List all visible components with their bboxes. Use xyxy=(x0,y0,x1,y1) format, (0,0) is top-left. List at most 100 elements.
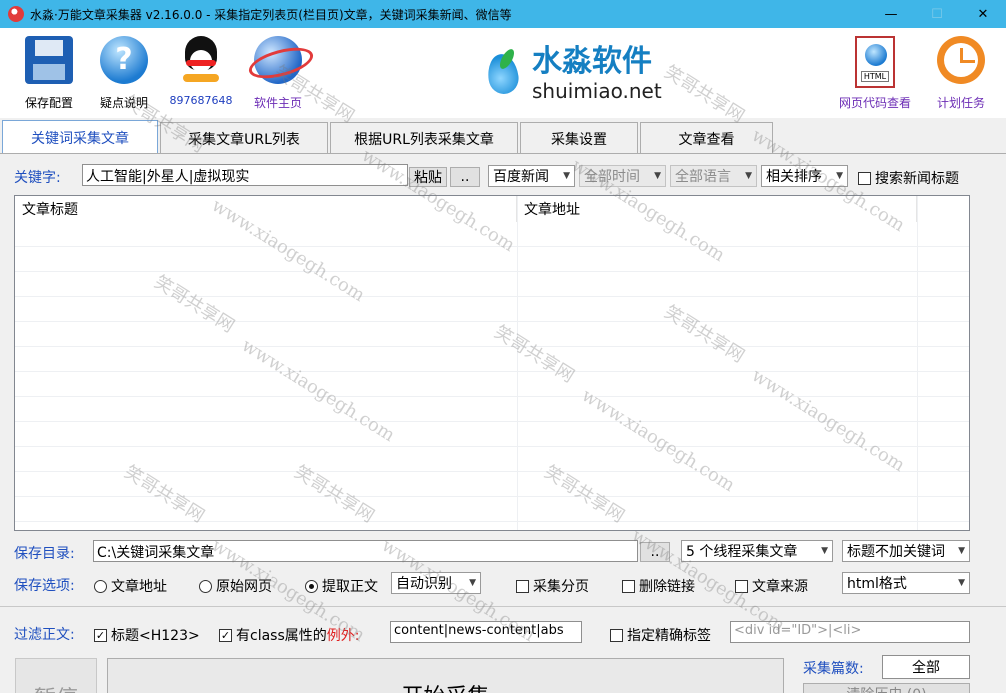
chevron-down-icon: ▼ xyxy=(958,546,965,556)
checkbox-box xyxy=(735,579,748,593)
news-source-value: 百度新闻 xyxy=(493,169,549,185)
auto-detect-select[interactable]: 自动识别 ▼ xyxy=(391,572,481,594)
tab-bar: 关键词采集文章 采集文章URL列表 根据URL列表采集文章 采集设置 文章查看 xyxy=(2,120,775,154)
chevron-down-icon: ▼ xyxy=(958,578,965,588)
keyword-more-button[interactable]: .. xyxy=(450,167,480,187)
radio-extract-body[interactable]: 提取正文 xyxy=(305,576,378,596)
radio-dot-selected xyxy=(305,579,318,593)
auto-detect-value: 自动识别 xyxy=(396,576,452,592)
collect-count-label: 采集篇数: xyxy=(803,661,864,677)
qq-penguin-icon xyxy=(177,36,225,84)
pause-button[interactable]: 暂停 xyxy=(15,658,97,693)
language-select: 全部语言 ▼ xyxy=(670,165,757,187)
title-keyword-value: 标题不加关键词 xyxy=(847,544,945,560)
brand-name-en: shuimiao.net xyxy=(532,79,662,103)
radio-dot xyxy=(94,579,107,593)
except-label: 例外: xyxy=(326,628,360,644)
column-header-url[interactable]: 文章地址 xyxy=(517,196,917,222)
chevron-down-icon: ▼ xyxy=(836,171,843,181)
qq-number: 897687648 xyxy=(169,94,233,107)
delete-links-checkbox[interactable]: 删除链接 xyxy=(622,576,695,596)
article-list[interactable]: 文章标题 文章地址 xyxy=(14,195,970,531)
format-value: html格式 xyxy=(847,576,907,592)
keyword-input[interactable]: 人工智能|外星人|虚拟现实 xyxy=(82,164,408,186)
filter-class-checkbox[interactable]: ✓ 有class属性的 例外: xyxy=(219,625,359,645)
chevron-down-icon: ▼ xyxy=(563,171,570,181)
chevron-down-icon: ▼ xyxy=(821,546,828,556)
schedule-label: 计划任务 xyxy=(936,96,985,110)
collect-paging-checkbox[interactable]: 采集分页 xyxy=(516,576,589,596)
save-options-label: 保存选项: xyxy=(14,578,75,594)
news-source-select[interactable]: 百度新闻 ▼ xyxy=(488,165,575,187)
radio-extract-body-label: 提取正文 xyxy=(322,579,378,595)
save-config-button[interactable]: 保存配置 xyxy=(14,36,84,111)
clear-history-button[interactable]: 清除历史 (0) xyxy=(803,683,970,693)
html-view-button[interactable]: HTML 网页代码查看 xyxy=(830,36,920,111)
minimize-button[interactable]: — xyxy=(868,0,914,28)
radio-article-url[interactable]: 文章地址 xyxy=(94,576,167,596)
radio-raw-page[interactable]: 原始网页 xyxy=(199,576,272,596)
globe-icon xyxy=(254,36,302,84)
collect-count-input[interactable]: 全部 xyxy=(882,655,970,679)
homepage-label: 软件主页 xyxy=(253,96,302,110)
toolbar: 保存配置 ? 疑点说明 897687648 软件主页 水淼软件 shuimiao… xyxy=(0,28,1006,118)
save-config-label: 保存配置 xyxy=(24,96,73,110)
paste-button[interactable]: 粘贴 xyxy=(409,167,447,187)
keyword-label: 关键字: xyxy=(14,170,61,186)
title-keyword-select[interactable]: 标题不加关键词 ▼ xyxy=(842,540,970,562)
save-dir-input[interactable]: C:\关键词采集文章 xyxy=(93,540,638,562)
checkbox-box xyxy=(622,579,635,593)
help-label: 疑点说明 xyxy=(99,96,148,110)
thread-count-value: 5 个线程采集文章 xyxy=(686,544,798,560)
close-button[interactable]: ✕ xyxy=(960,0,1006,28)
chevron-down-icon: ▼ xyxy=(745,171,752,181)
format-select[interactable]: html格式 ▼ xyxy=(842,572,970,594)
collect-paging-label: 采集分页 xyxy=(533,579,589,595)
language-value: 全部语言 xyxy=(675,169,731,185)
tab-settings[interactable]: 采集设置 xyxy=(520,122,638,154)
brand-name-cn: 水淼软件 xyxy=(532,44,652,79)
article-source-checkbox[interactable]: 文章来源 xyxy=(735,576,808,596)
precise-tag-checkbox[interactable]: 指定精确标签 xyxy=(610,625,711,645)
column-header-title[interactable]: 文章标题 xyxy=(15,196,517,222)
sort-select[interactable]: 相关排序 ▼ xyxy=(761,165,848,187)
tab-collect-by-url[interactable]: 根据URL列表采集文章 xyxy=(330,122,518,154)
filter-title-checkbox[interactable]: ✓ 标题<H123> xyxy=(94,625,200,645)
tab-keyword-collect[interactable]: 关键词采集文章 xyxy=(2,120,158,154)
brand-logo: 水淼软件 shuimiao.net xyxy=(480,42,662,106)
precise-tag-label: 指定精确标签 xyxy=(627,628,711,644)
radio-raw-page-label: 原始网页 xyxy=(216,579,272,595)
save-dir-label: 保存目录: xyxy=(14,546,75,562)
checkbox-box xyxy=(858,171,871,185)
precise-tag-input[interactable]: <div id="ID">|<li> xyxy=(730,621,970,643)
except-input[interactable]: content|news-content|abs xyxy=(390,621,582,643)
html-file-icon: HTML xyxy=(855,36,895,88)
clock-icon xyxy=(937,36,985,84)
thread-count-select[interactable]: 5 个线程采集文章 ▼ xyxy=(681,540,833,562)
filter-class-label: 有class属性的 xyxy=(236,628,327,644)
checkbox-box-checked: ✓ xyxy=(219,628,232,642)
filter-label: 过滤正文: xyxy=(14,627,75,643)
window-title: 水淼·万能文章采集器 v2.16.0.0 - 采集指定列表页(栏目页)文章，关键… xyxy=(30,7,512,22)
maximize-button[interactable]: ☐ xyxy=(914,0,960,28)
time-range-select: 全部时间 ▼ xyxy=(579,165,666,187)
title-bar: 水淼·万能文章采集器 v2.16.0.0 - 采集指定列表页(栏目页)文章，关键… xyxy=(0,0,1006,28)
search-title-label: 搜索新闻标题 xyxy=(875,171,959,187)
help-button[interactable]: ? 疑点说明 xyxy=(89,36,159,111)
filter-title-label: 标题<H123> xyxy=(111,628,200,644)
radio-article-url-label: 文章地址 xyxy=(111,579,167,595)
start-collect-button[interactable]: 开始采集 xyxy=(107,658,784,693)
tab-article-view[interactable]: 文章查看 xyxy=(640,122,773,154)
sort-value: 相关排序 xyxy=(766,169,822,185)
browse-dir-button[interactable]: .. xyxy=(640,542,670,562)
search-title-checkbox[interactable]: 搜索新闻标题 xyxy=(858,168,959,188)
qq-button[interactable]: 897687648 xyxy=(166,36,236,107)
tab-url-list[interactable]: 采集文章URL列表 xyxy=(160,122,328,154)
html-view-label: 网页代码查看 xyxy=(838,96,911,110)
chevron-down-icon: ▼ xyxy=(469,578,476,588)
checkbox-box xyxy=(516,579,529,593)
homepage-button[interactable]: 软件主页 xyxy=(243,36,313,111)
list-header: 文章标题 文章地址 xyxy=(15,196,969,222)
floppy-disk-icon xyxy=(25,36,73,84)
schedule-button[interactable]: 计划任务 xyxy=(926,36,996,111)
